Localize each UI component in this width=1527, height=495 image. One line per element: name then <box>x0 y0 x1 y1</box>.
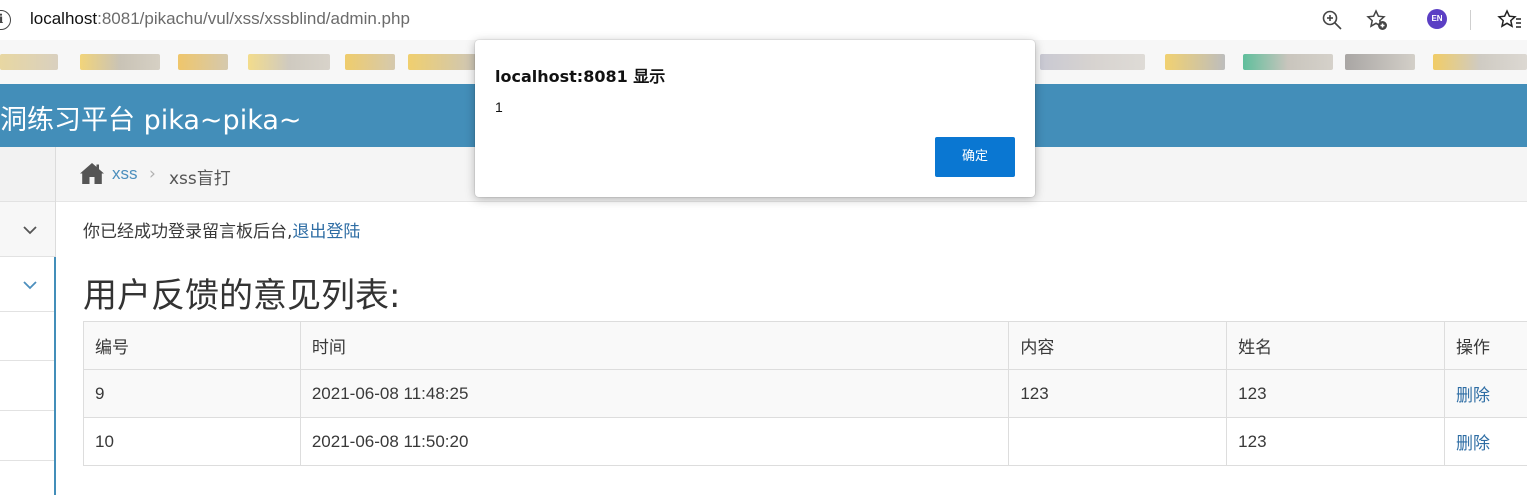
url-path: :8081/pikachu/vul/xss/xssblind/admin.php <box>97 9 410 28</box>
cell-id: 10 <box>83 417 301 466</box>
login-message-text: 你已经成功登录留言板后台, <box>83 222 293 242</box>
bookmark-item[interactable] <box>345 54 395 70</box>
dialog-message: 1 <box>495 99 503 115</box>
cell-content: 123 <box>1008 369 1228 418</box>
bookmark-item[interactable] <box>0 54 58 70</box>
sidebar-submenu-item[interactable] <box>0 312 55 361</box>
delete-link[interactable]: 删除 <box>1456 386 1490 405</box>
cell-time: 2021-06-08 11:48:25 <box>299 369 1010 418</box>
info-icon[interactable]: i <box>0 10 11 30</box>
browser-window: i localhost:8081/pikachu/vul/xss/xssblin… <box>0 0 1527 495</box>
sidebar-submenu-item[interactable] <box>0 361 55 411</box>
column-header-action: 操作 <box>1444 321 1527 370</box>
bookmark-item[interactable] <box>1243 54 1333 70</box>
dialog-title: localhost:8081 显示 <box>495 67 666 86</box>
ok-button[interactable]: 确定 <box>935 137 1015 177</box>
bookmark-item[interactable] <box>178 54 228 70</box>
address-bar[interactable]: i localhost:8081/pikachu/vul/xss/xssblin… <box>0 0 1527 40</box>
page-title: 用户反馈的意见列表: <box>83 276 401 316</box>
toolbar-divider <box>1470 10 1471 30</box>
table-header-row: 编号 时间 内容 姓名 操作 <box>83 321 1527 370</box>
bookmark-item[interactable] <box>1345 54 1415 70</box>
sidebar-submenu-item[interactable] <box>0 411 55 461</box>
favorite-add-icon[interactable] <box>1365 8 1389 32</box>
chevron-down-icon <box>23 281 37 290</box>
bookmark-item[interactable] <box>80 54 160 70</box>
login-message: 你已经成功登录留言板后台,退出登陆 <box>83 217 360 242</box>
cell-action: 删除 <box>1444 369 1527 418</box>
column-header-id: 编号 <box>83 321 301 370</box>
logout-link[interactable]: 退出登陆 <box>292 222 360 242</box>
sidebar-menu-item[interactable] <box>0 202 55 257</box>
sidebar <box>0 147 56 495</box>
profile-avatar[interactable]: EN <box>1427 9 1447 29</box>
cell-name: 123 <box>1226 369 1446 418</box>
cell-content <box>1008 417 1228 466</box>
sidebar-submenu-item[interactable] <box>0 461 55 495</box>
column-header-name: 姓名 <box>1226 321 1446 370</box>
breadcrumb-link-xss[interactable]: xss <box>112 164 138 184</box>
bookmark-item[interactable] <box>248 54 330 70</box>
delete-link[interactable]: 删除 <box>1456 434 1490 453</box>
chevron-down-icon <box>23 226 37 235</box>
sidebar-menu-item-active[interactable] <box>0 257 55 312</box>
cell-time: 2021-06-08 11:50:20 <box>299 417 1010 466</box>
cell-name: 123 <box>1226 417 1446 466</box>
site-title: 洞练习平台 pika~pika~ <box>0 105 302 136</box>
bookmark-item[interactable] <box>1040 54 1145 70</box>
breadcrumb-current: xss盲打 <box>169 169 231 189</box>
bookmark-item[interactable] <box>1165 54 1225 70</box>
table-row: 10 2021-06-08 11:50:20 123 删除 <box>83 417 1527 466</box>
favorites-icon[interactable] <box>1497 8 1521 32</box>
feedback-table: 编号 时间 内容 姓名 操作 9 2021-06-08 11:48:25 123… <box>83 321 1527 466</box>
alert-dialog: localhost:8081 显示 1 确定 <box>475 40 1035 197</box>
sidebar-active-indicator <box>54 257 56 495</box>
url-host: localhost <box>30 9 98 28</box>
table-row: 9 2021-06-08 11:48:25 123 123 删除 <box>83 369 1527 418</box>
column-header-content: 内容 <box>1008 321 1228 370</box>
zoom-icon[interactable] <box>1320 8 1344 32</box>
bookmark-item[interactable] <box>1433 54 1527 70</box>
sidebar-shortcuts <box>0 147 55 202</box>
url-text[interactable]: localhost:8081/pikachu/vul/xss/xssblind/… <box>30 9 410 29</box>
breadcrumb-separator: › <box>149 164 156 184</box>
bookmark-item[interactable] <box>408 54 476 70</box>
cell-id: 9 <box>83 369 301 418</box>
home-icon[interactable] <box>80 163 104 184</box>
column-header-time: 时间 <box>299 321 1010 370</box>
cell-action: 删除 <box>1444 417 1527 466</box>
